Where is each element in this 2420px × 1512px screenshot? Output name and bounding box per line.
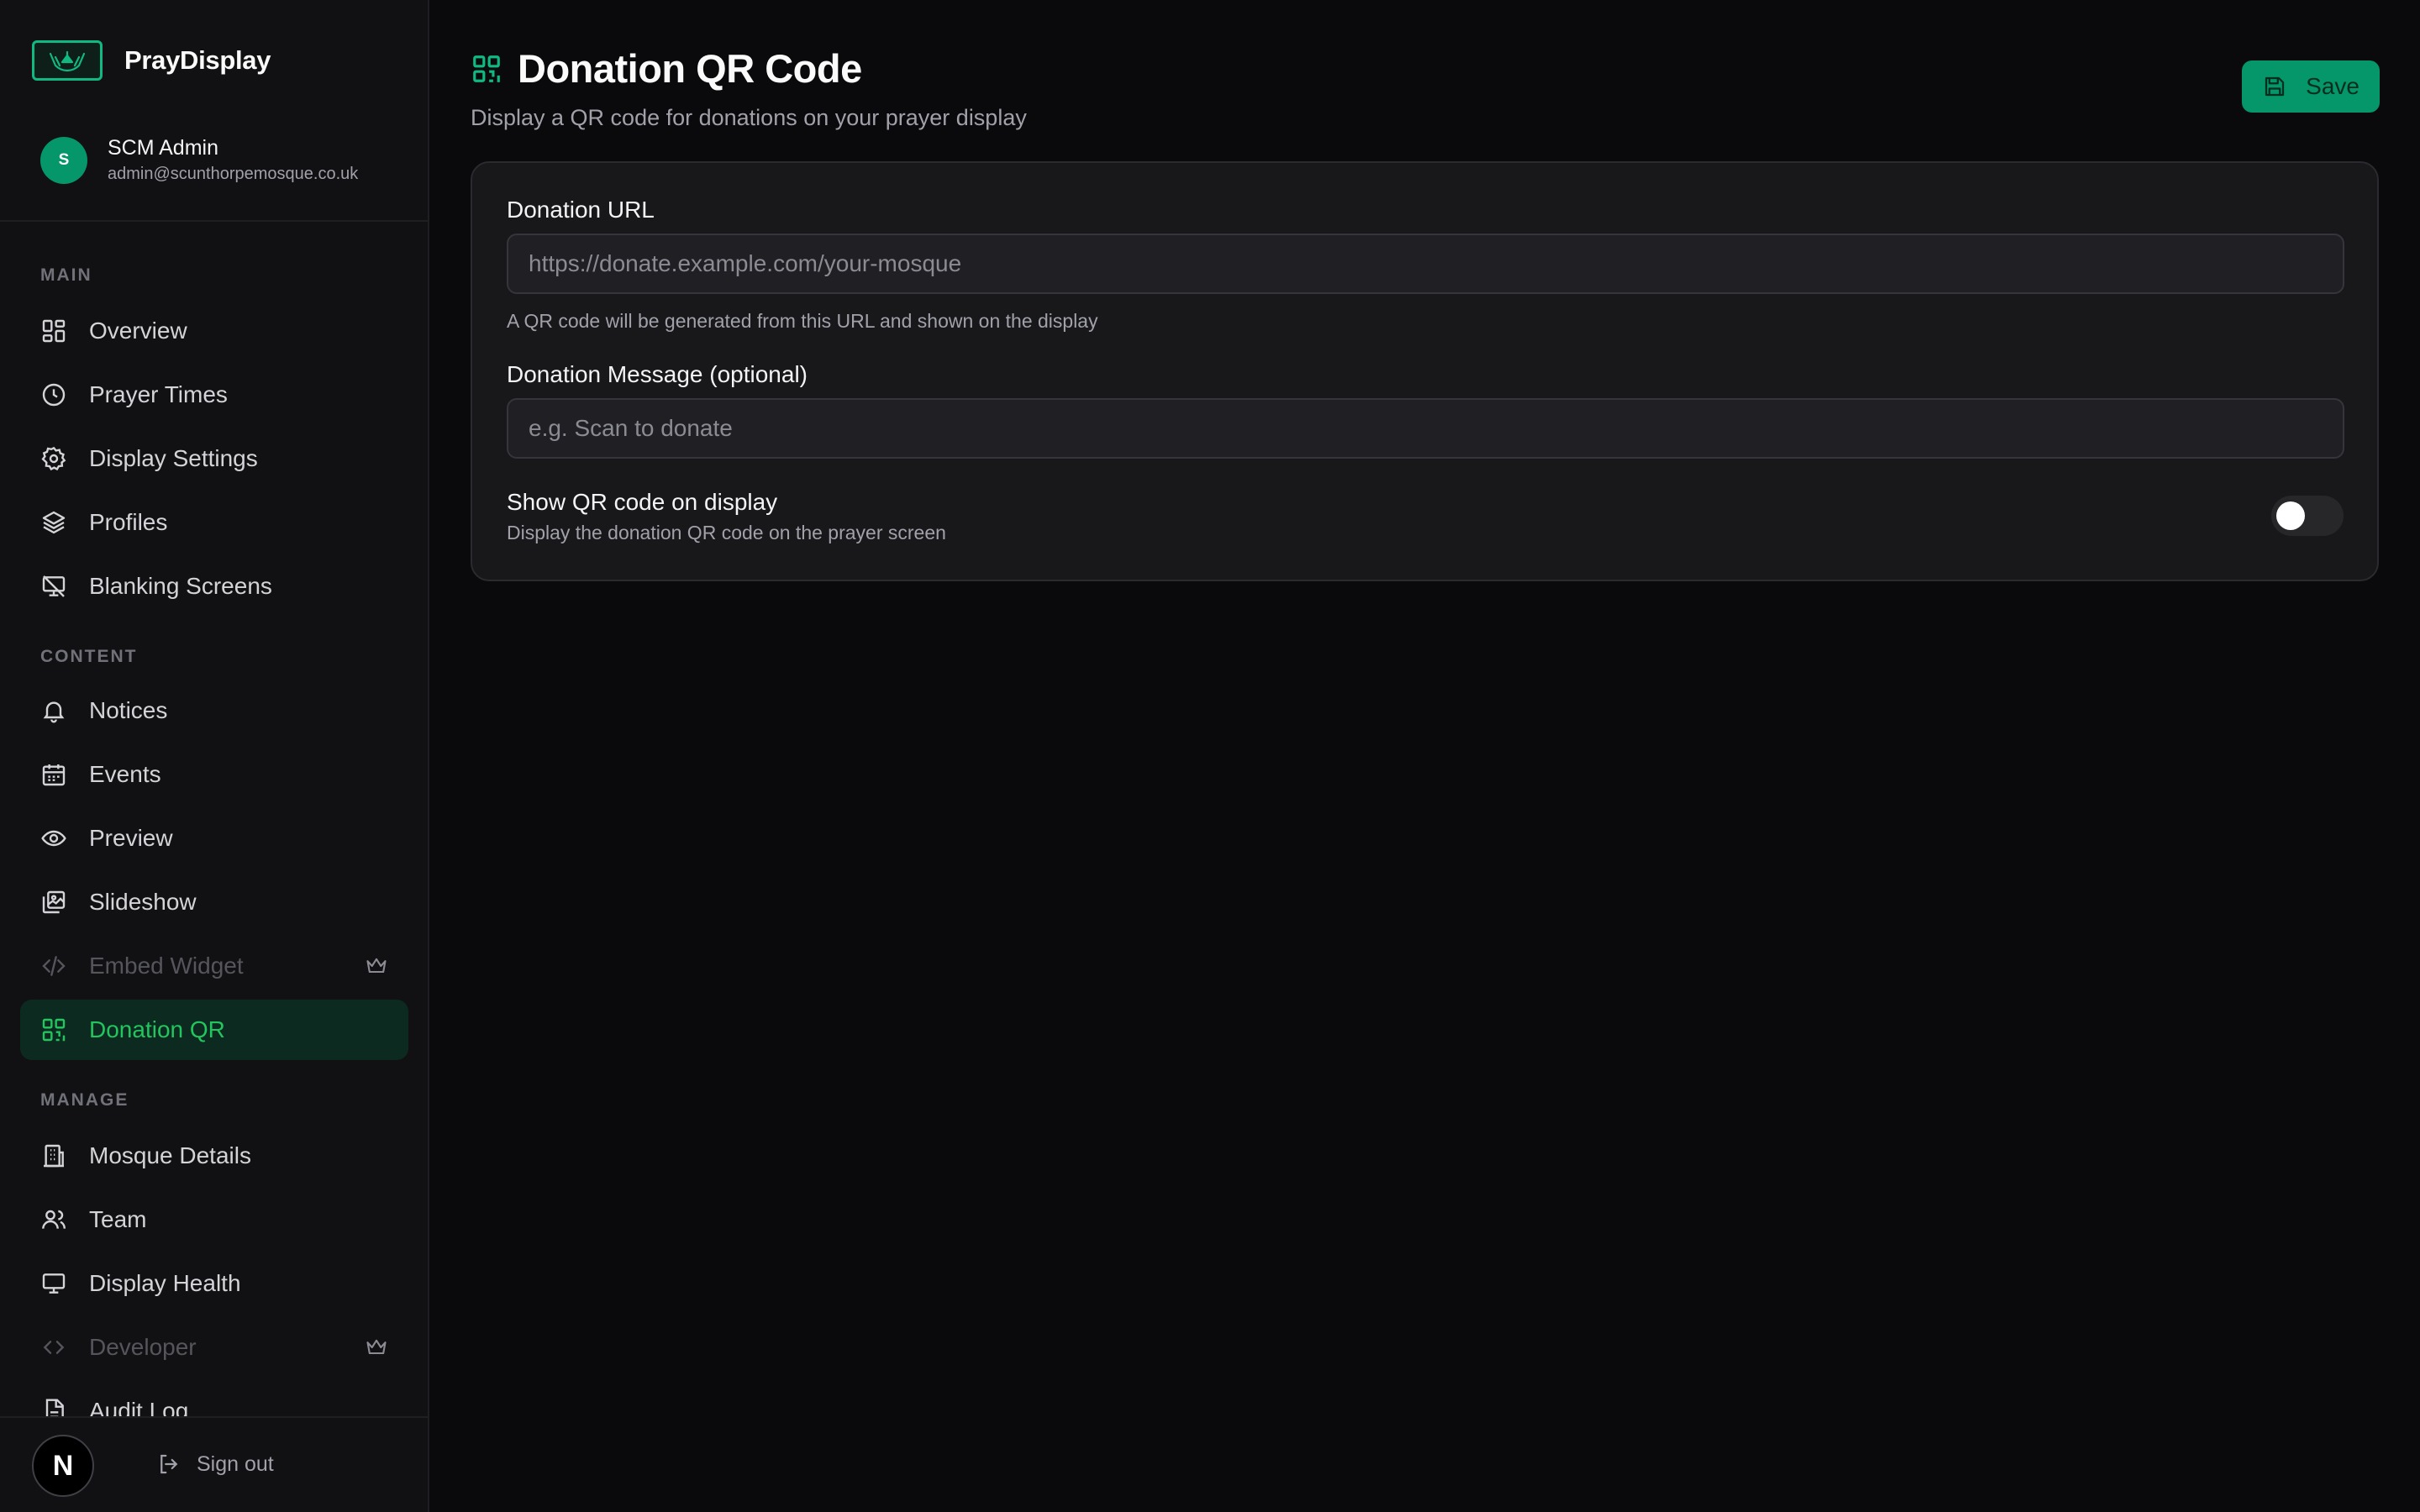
toggle-knob bbox=[2276, 501, 2305, 530]
sidebar-item-slideshow[interactable]: Slideshow bbox=[20, 872, 408, 932]
donation-url-help: A QR code will be generated from this UR… bbox=[507, 310, 1098, 332]
page-subtitle: Display a QR code for donations on your … bbox=[471, 105, 1027, 130]
donation-url-label: Donation URL bbox=[507, 197, 655, 223]
sidebar-item-label: Display Settings bbox=[89, 445, 258, 471]
save-icon bbox=[2265, 76, 2285, 97]
sidebar-item-label: Embed Widget bbox=[89, 953, 244, 979]
sidebar-item-events[interactable]: Events bbox=[20, 744, 408, 805]
sidebar-item-label: Prayer Times bbox=[89, 381, 228, 407]
sidebar-nav[interactable]: MAIN Overview Prayer Times Display Setti… bbox=[0, 222, 428, 1416]
show-qr-description: Display the donation QR code on the pray… bbox=[507, 522, 946, 543]
sidebar-item-preview[interactable]: Preview bbox=[20, 808, 408, 869]
sidebar-item-notices[interactable]: Notices bbox=[20, 680, 408, 741]
sidebar-item-label: Mosque Details bbox=[89, 1142, 251, 1168]
sidebar-item-blanking-screens[interactable]: Blanking Screens bbox=[20, 556, 408, 617]
donation-message-label: Donation Message (optional) bbox=[507, 361, 808, 387]
sidebar-item-label: Events bbox=[89, 761, 161, 787]
sidebar-item-label: Overview bbox=[89, 318, 187, 344]
sidebar-footer: N Sign out bbox=[0, 1416, 428, 1512]
sidebar-item-label: Preview bbox=[89, 825, 173, 851]
sidebar-item-overview[interactable]: Overview bbox=[20, 301, 408, 361]
sidebar-item-label: Developer bbox=[89, 1334, 197, 1360]
layers-icon bbox=[40, 509, 67, 536]
sidebar-item-donation-qr[interactable]: Donation QR bbox=[20, 1000, 408, 1060]
save-label: Save bbox=[2306, 73, 2360, 99]
sidebar-item-display-settings[interactable]: Display Settings bbox=[20, 428, 408, 489]
section-label-content: CONTENT bbox=[40, 647, 138, 666]
show-qr-label: Show QR code on display bbox=[507, 489, 778, 515]
page-title: Donation QR Code bbox=[518, 46, 862, 91]
avatar: S bbox=[40, 137, 87, 184]
building-icon bbox=[40, 1142, 67, 1169]
praydisplay-logo-icon bbox=[32, 40, 103, 81]
show-qr-toggle[interactable] bbox=[2271, 496, 2344, 536]
user-name: SCM Admin bbox=[108, 136, 218, 160]
clock-icon bbox=[40, 381, 67, 408]
sidebar-item-display-health[interactable]: Display Health bbox=[20, 1253, 408, 1314]
bell-icon bbox=[40, 697, 67, 724]
users-icon bbox=[40, 1206, 67, 1233]
file-text-icon bbox=[40, 1398, 67, 1416]
user-profile[interactable]: S SCM Admin admin@scunthorpemosque.co.uk bbox=[40, 134, 358, 186]
sidebar-item-label: Notices bbox=[89, 697, 168, 723]
sidebar-item-label: Audit Log bbox=[89, 1398, 189, 1416]
sidebar-item-profiles[interactable]: Profiles bbox=[20, 492, 408, 553]
next-badge[interactable]: N bbox=[32, 1435, 94, 1497]
crown-icon bbox=[366, 958, 387, 974]
code-icon bbox=[40, 953, 67, 979]
sidebar-item-label: Slideshow bbox=[89, 889, 197, 915]
donation-settings-card: Donation URL A QR code will be generated… bbox=[471, 161, 2379, 581]
user-email: admin@scunthorpemosque.co.uk bbox=[108, 165, 359, 183]
main-content: Donation QR Code Display a QR code for d… bbox=[429, 0, 2420, 1512]
crown-icon bbox=[366, 1339, 387, 1355]
sidebar-item-developer[interactable]: Developer bbox=[20, 1317, 408, 1378]
page-header: Donation QR Code Display a QR code for d… bbox=[471, 45, 1027, 131]
log-out-icon bbox=[160, 1454, 178, 1474]
brand[interactable]: PrayDisplay bbox=[32, 40, 271, 81]
code-icon bbox=[40, 1334, 67, 1361]
sidebar-item-label: Display Health bbox=[89, 1270, 241, 1296]
sidebar-item-label: Profiles bbox=[89, 509, 168, 535]
qr-code-icon bbox=[40, 1016, 67, 1043]
monitor-icon bbox=[40, 1270, 67, 1297]
save-button[interactable]: Save bbox=[2242, 60, 2380, 113]
monitor-off-icon bbox=[40, 573, 67, 600]
images-icon bbox=[40, 889, 67, 916]
eye-icon bbox=[40, 825, 67, 852]
gear-icon bbox=[40, 445, 67, 472]
sign-out-label: Sign out bbox=[197, 1452, 274, 1476]
sidebar-item-prayer-times[interactable]: Prayer Times bbox=[20, 365, 408, 425]
section-label-manage: MANAGE bbox=[40, 1090, 129, 1110]
sidebar-item-team[interactable]: Team bbox=[20, 1189, 408, 1250]
app-name: PrayDisplay bbox=[124, 45, 271, 75]
dashboard-icon bbox=[40, 318, 67, 344]
sidebar-item-label: Team bbox=[89, 1206, 147, 1232]
donation-message-input[interactable] bbox=[507, 398, 2344, 459]
sidebar-item-label: Blanking Screens bbox=[89, 573, 272, 599]
section-label-main: MAIN bbox=[40, 265, 92, 285]
sidebar-item-label: Donation QR bbox=[89, 1016, 225, 1042]
sidebar: PrayDisplay S SCM Admin admin@scunthorpe… bbox=[0, 0, 429, 1512]
qr-code-icon bbox=[473, 55, 500, 82]
calendar-icon bbox=[40, 761, 67, 788]
sidebar-item-mosque-details[interactable]: Mosque Details bbox=[20, 1126, 408, 1186]
sidebar-item-embed-widget[interactable]: Embed Widget bbox=[20, 936, 408, 996]
sidebar-item-audit-log[interactable]: Audit Log bbox=[20, 1381, 408, 1416]
donation-url-input[interactable] bbox=[507, 234, 2344, 294]
sign-out-button[interactable]: Sign out bbox=[156, 1452, 274, 1477]
